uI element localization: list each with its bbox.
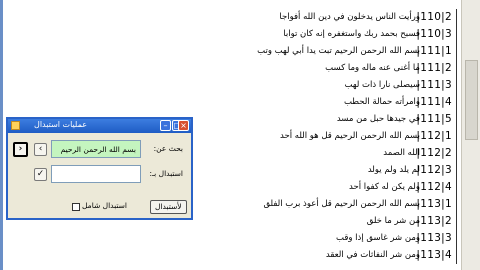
verse-text: بسم الله الرحمن الرحيم تبت يدا أبي لهب و…: [257, 46, 420, 56]
verse-text: في جيدها حبل من مسد: [336, 114, 420, 124]
verse-text: ومن شر النفاثات في العقد: [325, 250, 420, 260]
dialog-titlebar[interactable]: عمليات استبدال – □ ×: [8, 119, 191, 133]
verse-text: سيصلى نارا ذات لهب: [344, 80, 421, 90]
verse-text: بسم الله الرحمن الرحيم قل أعوذ برب الفلق: [263, 199, 420, 209]
verse-number: |110|2: [416, 11, 452, 23]
app-icon: [11, 121, 20, 130]
verse-text: ولم يكن له كفوا أحد: [348, 182, 420, 192]
prev-arrow-icon[interactable]: ‹: [34, 143, 47, 156]
verse-number: |111|2: [416, 62, 452, 74]
replace-button[interactable]: لأستبدال: [150, 200, 187, 214]
verse-text: فسبح بحمد ربك واستغفره إنه كان توابا: [283, 29, 420, 39]
whole-word-checkbox[interactable]: [72, 203, 80, 211]
find-input[interactable]: بسم الله الرحمن الرحيم: [51, 140, 141, 158]
dialog-title: عمليات استبدال: [34, 120, 87, 129]
list-item[interactable]: |113|4 ومن شر النفاثات في العقد: [180, 245, 460, 266]
verse-number: |112|4: [416, 181, 452, 193]
whole-word-label: استبدال شامل: [82, 201, 128, 210]
verse-number: |113|1: [416, 198, 452, 210]
next-arrow-icon[interactable]: ›: [13, 142, 28, 157]
check-icon[interactable]: ✓: [34, 168, 47, 181]
verse-number: |111|5: [416, 113, 452, 125]
verse-number: |112|1: [416, 130, 452, 142]
replace-input[interactable]: [51, 165, 141, 183]
verse-text: الله الصمد: [383, 148, 420, 158]
verse-number: |113|4: [416, 249, 452, 261]
verse-text: بسم الله الرحمن الرحيم قل هو الله أحد: [279, 131, 420, 141]
scrollbar-thumb[interactable]: [465, 60, 478, 140]
verse-number: |112|3: [416, 164, 452, 176]
verse-text: ورأيت الناس يدخلون في دين الله أفواجا: [279, 12, 420, 22]
close-icon[interactable]: ×: [178, 120, 189, 131]
verse-text: وامرأته حمالة الحطب: [343, 97, 420, 107]
verse-number: |110|3: [416, 28, 452, 40]
verse-number: |111|4: [416, 96, 452, 108]
verse-text: ومن شر غاسق إذا وقب: [335, 233, 420, 243]
verse-list: |110|2 ورأيت الناس يدخلون في دين الله أفو…: [200, 0, 460, 270]
verse-text: ما أغنى عنه ماله وما كسب: [325, 63, 420, 73]
verse-number: |113|2: [416, 215, 452, 227]
window-left-border: [0, 0, 3, 270]
verse-number: |111|1: [416, 45, 452, 57]
verse-number: |112|2: [416, 147, 452, 159]
verse-text: لم يلد ولم يولد: [367, 165, 420, 175]
verse-text: من شر ما خلق: [366, 216, 420, 226]
verse-number: |111|3: [416, 79, 452, 91]
vertical-scrollbar[interactable]: [461, 0, 480, 270]
find-label: بحث عن:: [153, 144, 183, 153]
replace-label: استبدال بـ:: [149, 169, 183, 178]
verse-number: |113|3: [416, 232, 452, 244]
replace-dialog: عمليات استبدال – □ × بحث عن: بسم الله ال…: [6, 117, 193, 220]
minimize-icon[interactable]: –: [160, 120, 171, 131]
